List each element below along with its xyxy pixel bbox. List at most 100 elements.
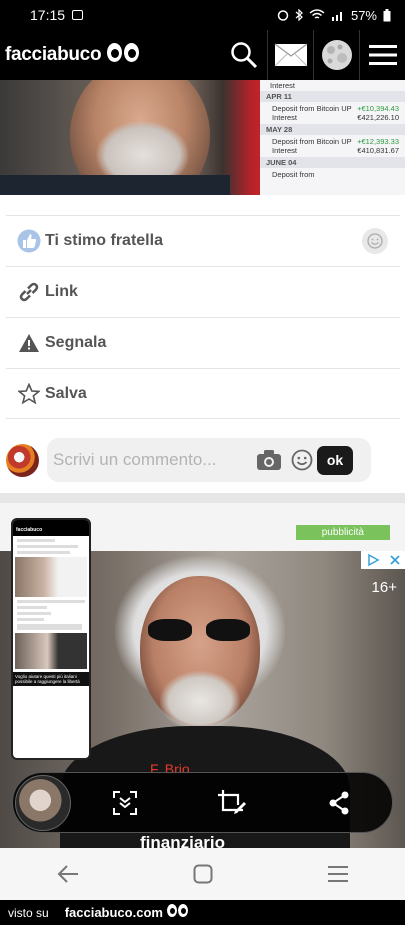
smiley-icon <box>291 449 313 471</box>
user-avatar[interactable] <box>6 443 39 477</box>
camera-button[interactable] <box>256 449 282 471</box>
footer-site: facciabuco.com <box>64 905 163 920</box>
ledger-date: MAY 28 <box>260 124 405 135</box>
close-icon <box>389 555 400 565</box>
thumb-line <box>17 618 44 621</box>
ledger-entry-sub: Interest <box>272 113 298 122</box>
age-rating: 16+ <box>371 579 397 596</box>
screenshot-preview[interactable] <box>15 774 71 831</box>
header-icons <box>221 30 405 80</box>
logo-eyes-icon <box>166 903 191 922</box>
recents-button[interactable] <box>318 854 358 894</box>
ledger-entry: Deposit from Bitcoin UP Interest +€12,393… <box>260 135 405 157</box>
home-button[interactable] <box>183 854 223 894</box>
menu-button[interactable] <box>359 30 405 80</box>
link-action[interactable]: Link <box>6 266 400 317</box>
home-square-icon <box>193 864 212 884</box>
screenshot-toolbar <box>12 772 393 833</box>
ledger-date: JUNE 04 <box>260 157 405 168</box>
thumb-line <box>17 606 48 609</box>
search-icon <box>231 42 258 69</box>
adchoices-button[interactable] <box>361 551 405 569</box>
thumbs-up-icon <box>16 228 42 254</box>
messages-button[interactable] <box>267 30 313 80</box>
reaction-button[interactable] <box>362 228 388 254</box>
profile-button[interactable] <box>313 30 359 80</box>
recents-lines-icon <box>327 866 348 882</box>
ledger-entry-amount: +€12,393.33 <box>357 137 399 146</box>
ledger-entry-title: Deposit from Bitcoin UP <box>272 137 352 146</box>
ledger-entry-balance: €421,226.10 <box>357 113 399 122</box>
post-image[interactable]: Interest APR 11 Deposit from Bitcoin UP I… <box>0 80 405 195</box>
ledger-entry-sub: Interest <box>272 146 298 155</box>
save-action[interactable]: Salva <box>6 368 400 419</box>
back-button[interactable] <box>48 854 88 894</box>
emoji-button[interactable] <box>291 449 313 471</box>
ad-person-beard <box>160 671 240 731</box>
report-label: Segnala <box>45 334 107 351</box>
share-button[interactable] <box>319 783 359 823</box>
camera-icon <box>257 450 281 470</box>
thumb-line <box>17 612 52 615</box>
crop-edit-button[interactable] <box>212 783 252 823</box>
star-icon <box>16 381 42 407</box>
save-label: Salva <box>45 384 87 402</box>
screenshot-thumbnail[interactable]: facciabuco Voglio aiutare questi più ita… <box>11 518 91 760</box>
crop-edit-icon <box>217 789 246 814</box>
wifi-icon <box>309 9 325 19</box>
section-separator <box>0 493 405 503</box>
thumb-header: facciabuco <box>13 520 89 536</box>
ledger-entry-amount: +€10,394.43 <box>357 104 399 113</box>
back-arrow-icon <box>57 865 78 883</box>
bluetooth-icon <box>295 9 303 21</box>
app-header: facciabuco <box>0 30 405 80</box>
status-time: 17:15 <box>30 7 66 23</box>
thumb-line <box>17 600 85 603</box>
logo-eyes-icon <box>107 41 141 69</box>
share-icon <box>329 791 348 814</box>
comment-box: ok <box>47 438 371 482</box>
like-action[interactable]: Ti stimo fratella <box>6 215 400 266</box>
thumb-image <box>15 557 87 597</box>
ledger-entry-title: Deposit from Bitcoin UP <box>272 104 352 113</box>
link-label: Link <box>45 283 78 300</box>
like-label: Ti stimo fratella <box>45 232 163 249</box>
comment-row: ok <box>6 438 400 482</box>
ledger-interest-top: Interest <box>270 81 296 90</box>
moon-avatar-icon <box>321 40 352 70</box>
brand-logo-text[interactable]: facciabuco <box>5 44 102 66</box>
adchoices-icon <box>367 553 380 567</box>
post-actions: Ti stimo fratella Link Segnala Salva <box>6 215 400 419</box>
ledger-entry-title: Deposit from <box>272 170 315 179</box>
link-icon <box>16 279 42 305</box>
battery-percent: 57% <box>350 7 377 23</box>
thumb-line <box>17 539 55 542</box>
sunglasses <box>148 619 252 641</box>
ledger-date: APR 11 <box>260 91 405 102</box>
ledger-entry: Deposit from <box>260 168 405 181</box>
scroll-capture-button[interactable] <box>105 783 145 823</box>
thumb-line <box>17 624 82 630</box>
status-icons: 57% <box>277 8 391 23</box>
thumb-image <box>15 633 87 669</box>
report-action[interactable]: Segnala <box>6 317 400 368</box>
ok-button[interactable]: ok <box>317 445 353 475</box>
envelope-icon <box>274 43 307 67</box>
system-nav-bar <box>0 848 405 900</box>
footer-watermark: visto su facciabuco.com <box>0 900 405 925</box>
warning-icon <box>16 330 42 356</box>
smiley-icon <box>367 233 383 249</box>
comment-input[interactable] <box>53 450 253 470</box>
alarm-icon <box>277 10 289 21</box>
bank-ledger-screenshot: Interest APR 11 Deposit from Bitcoin UP I… <box>260 80 405 195</box>
thumb-line <box>17 551 71 554</box>
ledger-entry: Deposit from Bitcoin UP Interest +€10,394… <box>260 102 405 124</box>
scroll-capture-icon <box>112 790 137 815</box>
hamburger-menu-icon <box>368 45 397 65</box>
search-button[interactable] <box>221 30 267 80</box>
thumb-line <box>17 545 78 548</box>
gallery-icon <box>72 10 84 20</box>
ledger-entry-balance: €410,831.67 <box>357 146 399 155</box>
battery-icon <box>383 8 391 21</box>
thumb-caption: Voglio aiutare questi più italiani possi… <box>13 672 89 686</box>
